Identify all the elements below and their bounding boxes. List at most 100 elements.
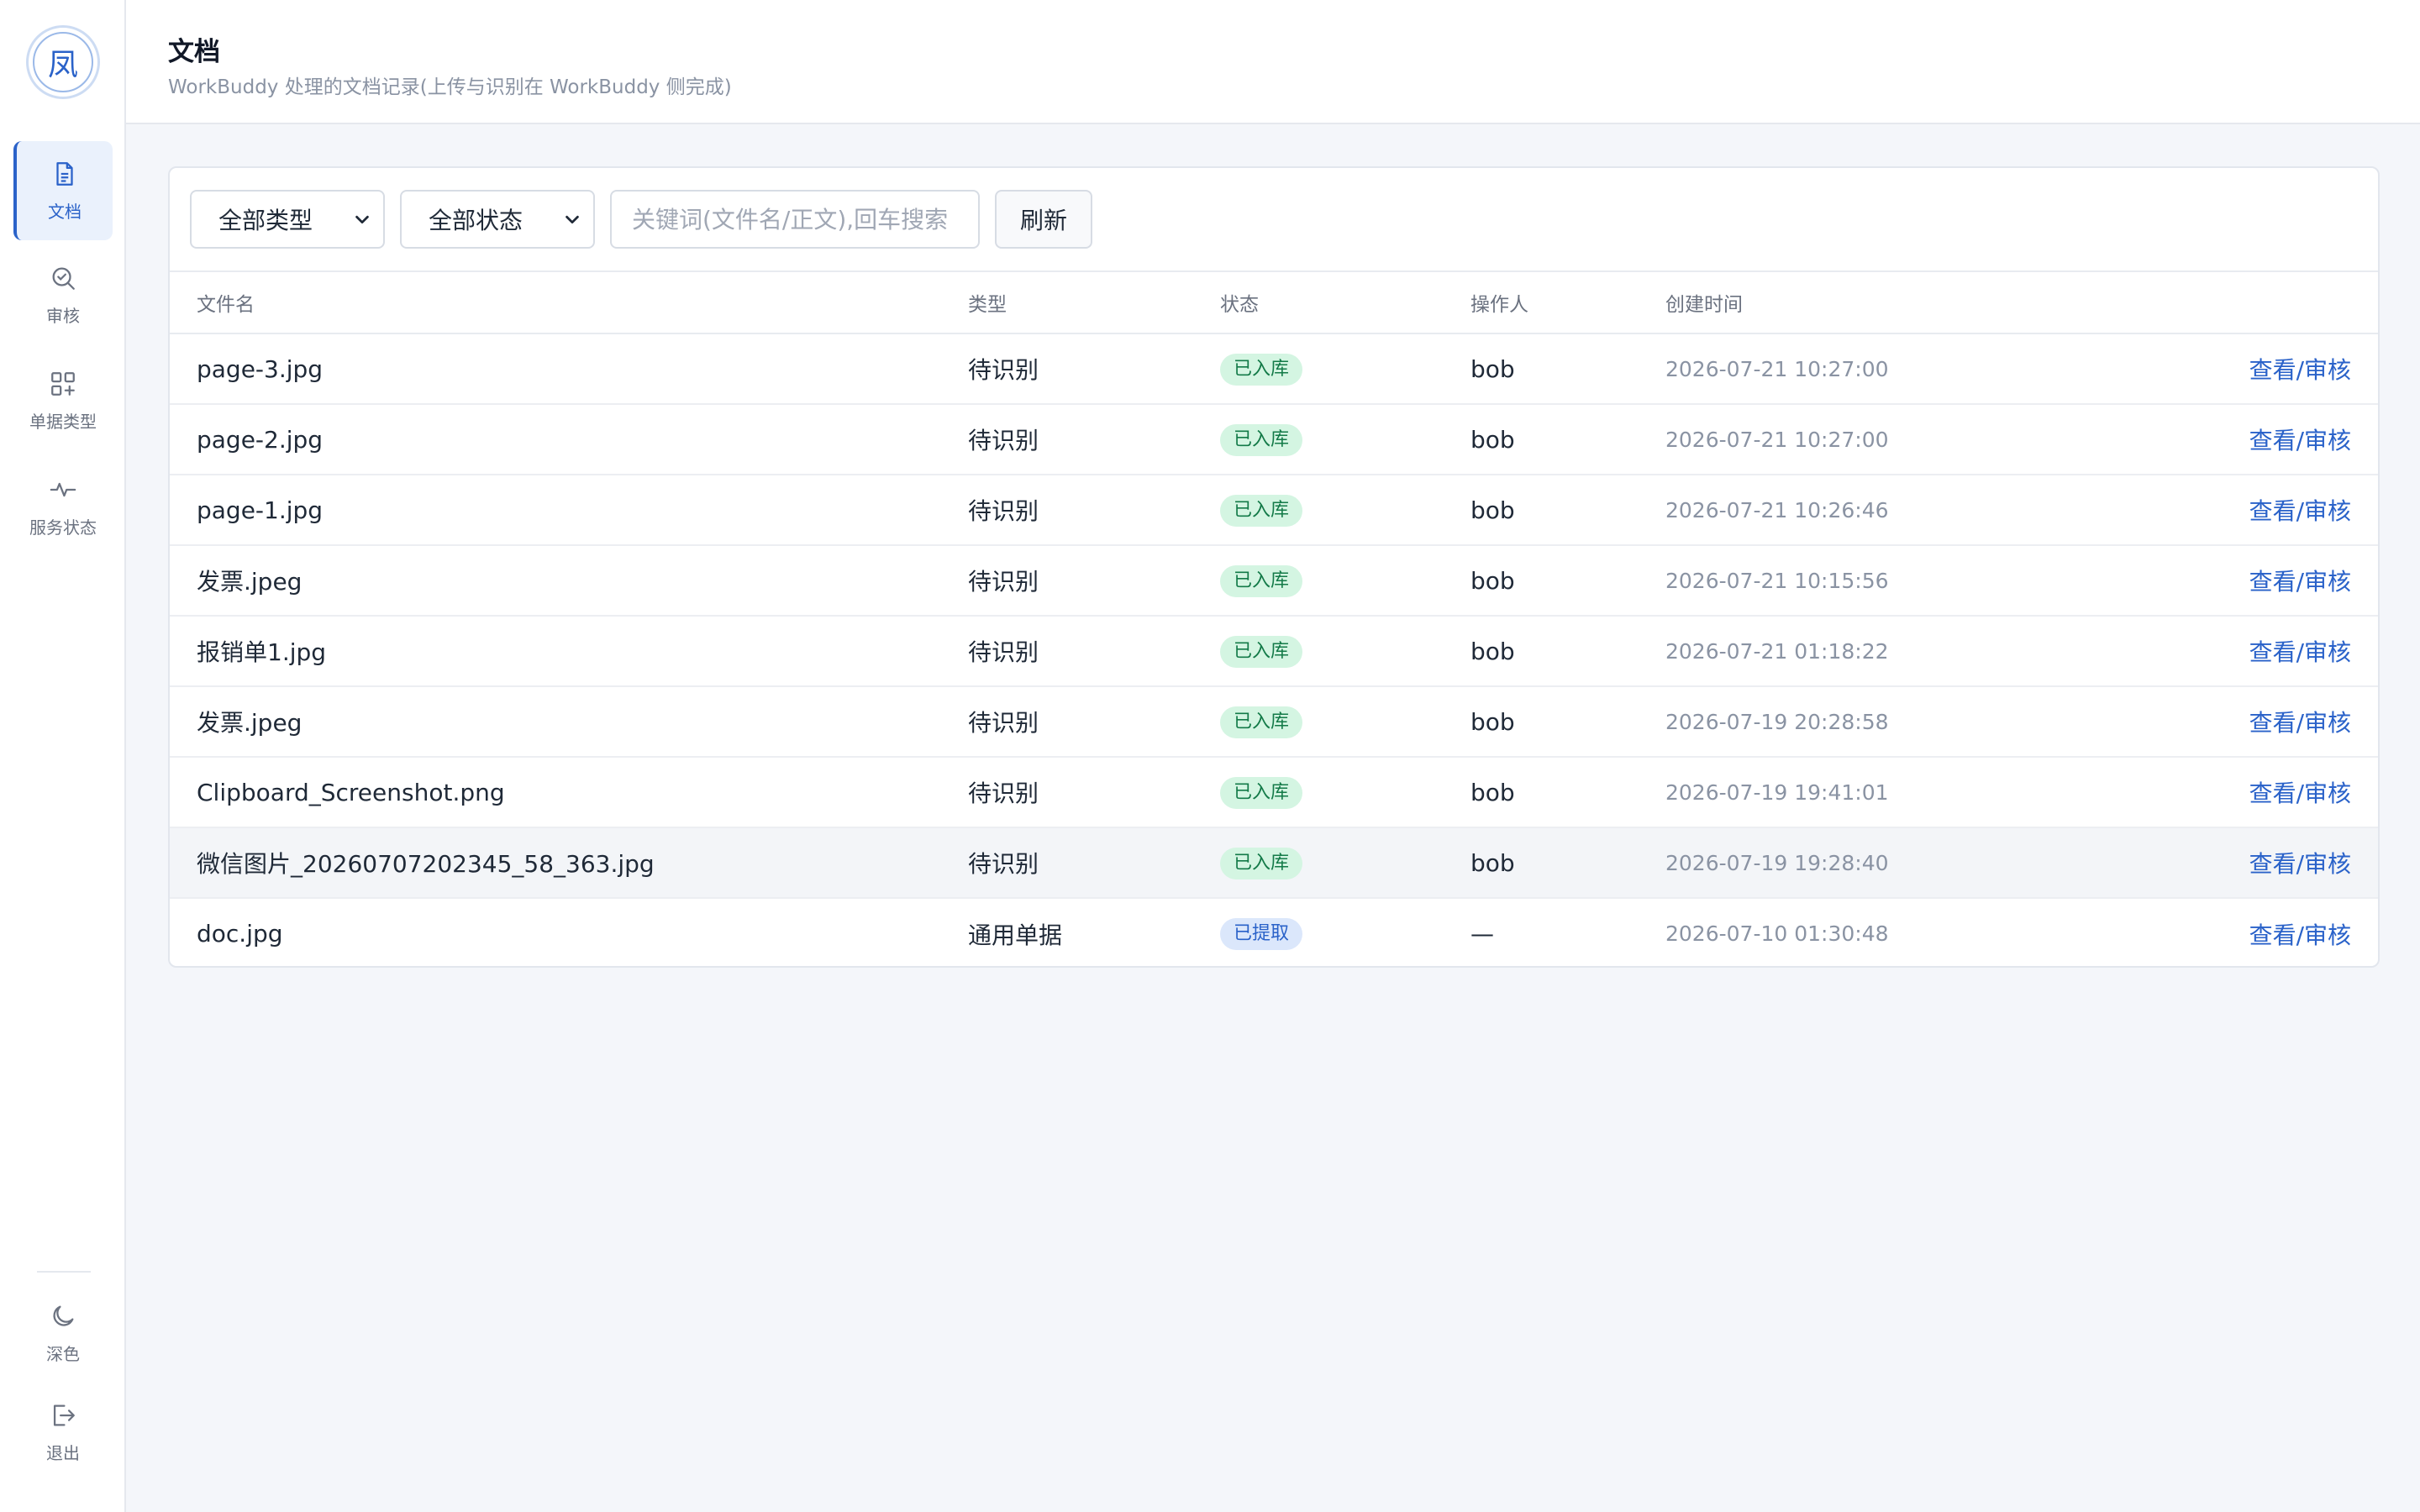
table-row: Clipboard_Screenshot.png 待识别 已入库 bob 202…: [170, 757, 2378, 828]
type-filter-select[interactable]: 全部类型: [190, 190, 385, 249]
status-badge: 已入库: [1220, 494, 1303, 527]
status-badge: 已入库: [1220, 776, 1303, 809]
table-row: 微信图片_20260707202345_58_363.jpg 待识别 已入库 b…: [170, 827, 2378, 899]
status-badge: 已提取: [1220, 918, 1303, 950]
keyword-search-input[interactable]: [610, 190, 980, 249]
nav-label: 服务状态: [29, 517, 97, 538]
cell-filename: 发票.jpeg: [170, 686, 968, 758]
nav-item-doc-types[interactable]: 单据类型: [13, 351, 113, 450]
moon-icon: [53, 1305, 74, 1326]
app-logo[interactable]: 凤: [26, 25, 100, 99]
sidebar: 凤 文档 审核 单据类型 服务状态 深色 退出: [0, 0, 126, 1512]
page-subtitle: WorkBuddy 处理的文档记录(上传与识别在 WorkBuddy 侧完成): [168, 76, 732, 98]
cell-type: 待识别: [968, 333, 1220, 405]
nav-label: 审核: [46, 305, 80, 326]
review-icon: [52, 267, 75, 290]
document-icon: [56, 161, 73, 186]
view-review-link[interactable]: 查看/审核: [2249, 921, 2351, 949]
status-filter-select[interactable]: 全部状态: [400, 190, 595, 249]
cell-created-time: 2026-07-19 20:28:58: [1665, 686, 2118, 758]
column-header-type: 类型: [968, 270, 1220, 334]
cell-type: 待识别: [968, 404, 1220, 475]
cell-operator: bob: [1470, 757, 1665, 828]
column-header-status: 状态: [1220, 270, 1470, 334]
cell-operator: bob: [1470, 686, 1665, 758]
refresh-button[interactable]: 刷新: [995, 190, 1093, 249]
cell-operator: —: [1470, 920, 1494, 948]
cell-operator: bob: [1470, 475, 1665, 546]
column-header-created-time: 创建时间: [1665, 270, 2118, 334]
view-review-link[interactable]: 查看/审核: [2249, 497, 2351, 525]
type-filter-value: 全部类型: [218, 207, 313, 234]
cell-created-time: 2026-07-21 10:26:46: [1665, 475, 2118, 546]
cell-created-time: 2026-07-21 01:18:22: [1665, 616, 2118, 687]
view-review-link[interactable]: 查看/审核: [2249, 638, 2351, 666]
column-header-filename: 文件名: [170, 270, 968, 334]
cell-operator: bob: [1470, 545, 1665, 617]
nav-item-review[interactable]: 审核: [13, 245, 113, 344]
view-review-link[interactable]: 查看/审核: [2249, 356, 2351, 384]
cell-type: 待识别: [968, 545, 1220, 617]
filter-toolbar: 全部类型 全部状态 刷新: [190, 190, 1093, 249]
cell-created-time: 2026-07-19 19:28:40: [1665, 827, 2118, 899]
logout-button[interactable]: 退出: [13, 1383, 113, 1482]
status-badge: 已入库: [1220, 706, 1303, 738]
page-header: 文档 WorkBuddy 处理的文档记录(上传与识别在 WorkBuddy 侧完…: [126, 0, 2420, 124]
cell-filename: 微信图片_20260707202345_58_363.jpg: [170, 827, 968, 899]
table-row: page-1.jpg 待识别 已入库 bob 2026-07-21 10:26:…: [170, 475, 2378, 546]
table-row: 发票.jpeg 待识别 已入库 bob 2026-07-21 10:15:56 …: [170, 545, 2378, 617]
cell-created-time: 2026-07-10 01:30:48: [1665, 921, 1889, 946]
chevron-down-icon: [566, 215, 579, 224]
status-badge: 已入库: [1220, 423, 1303, 456]
cell-created-time: 2026-07-21 10:15:56: [1665, 545, 2118, 617]
view-review-link[interactable]: 查看/审核: [2249, 427, 2351, 454]
nav-label: 退出: [46, 1442, 80, 1463]
view-review-link[interactable]: 查看/审核: [2249, 568, 2351, 596]
status-badge: 已入库: [1220, 564, 1303, 597]
view-review-link[interactable]: 查看/审核: [2249, 709, 2351, 737]
status-badge: 已入库: [1220, 353, 1303, 386]
cell-operator: bob: [1470, 827, 1665, 899]
status-badge: 已入库: [1220, 847, 1303, 879]
table-row: 报销单1.jpg 待识别 已入库 bob 2026-07-21 01:18:22…: [170, 616, 2378, 687]
cell-type: 待识别: [968, 475, 1220, 546]
cell-operator: bob: [1470, 333, 1665, 405]
table-row: doc.jpg 通用单据 已提取 — 2026-07-10 01:30:48 查…: [170, 898, 2378, 966]
page-title: 文档: [168, 37, 220, 67]
nav-item-service-status[interactable]: 服务状态: [13, 457, 113, 556]
documents-table: 文件名 类型 状态 操作人 创建时间 page-3.jpg 待识别 已入库 bo…: [170, 270, 2378, 966]
cell-created-time: 2026-07-21 10:27:00: [1665, 333, 2118, 405]
cell-created-time: 2026-07-21 10:27:00: [1665, 404, 2118, 475]
dark-mode-toggle[interactable]: 深色: [13, 1284, 113, 1383]
grid-add-icon: [51, 371, 75, 396]
chevron-down-icon: [355, 215, 369, 224]
logo-mark: 凤: [33, 32, 93, 92]
cell-filename: page-3.jpg: [170, 333, 968, 405]
table-row: page-3.jpg 待识别 已入库 bob 2026-07-21 10:27:…: [170, 333, 2378, 405]
logout-icon: [53, 1404, 75, 1425]
cell-filename: doc.jpg: [197, 920, 283, 948]
column-header-action: [2117, 270, 2378, 334]
cell-type: 待识别: [968, 616, 1220, 687]
cell-type: 通用单据: [968, 921, 1063, 949]
view-review-link[interactable]: 查看/审核: [2249, 780, 2351, 807]
cell-operator: bob: [1470, 404, 1665, 475]
sidebar-divider: [37, 1271, 91, 1273]
view-review-link[interactable]: 查看/审核: [2249, 850, 2351, 878]
nav-item-documents[interactable]: 文档: [13, 141, 113, 240]
cell-operator: bob: [1470, 616, 1665, 687]
cell-type: 待识别: [968, 827, 1220, 899]
column-header-operator: 操作人: [1470, 270, 1665, 334]
cell-filename: 报销单1.jpg: [170, 616, 968, 687]
table-row: 发票.jpeg 待识别 已入库 bob 2026-07-19 20:28:58 …: [170, 686, 2378, 758]
documents-card: 全部类型 全部状态 刷新 文件名 类型 状态 操作人 创建时间 page-3.j…: [168, 166, 2380, 968]
cell-filename: page-1.jpg: [170, 475, 968, 546]
cell-type: 待识别: [968, 686, 1220, 758]
nav-label: 深色: [46, 1343, 80, 1364]
table-header-row: 文件名 类型 状态 操作人 创建时间: [170, 270, 2378, 334]
cell-type: 待识别: [968, 757, 1220, 828]
cell-filename: Clipboard_Screenshot.png: [170, 757, 968, 828]
status-badge: 已入库: [1220, 635, 1303, 668]
nav-label: 文档: [48, 201, 82, 222]
status-filter-value: 全部状态: [429, 207, 523, 234]
